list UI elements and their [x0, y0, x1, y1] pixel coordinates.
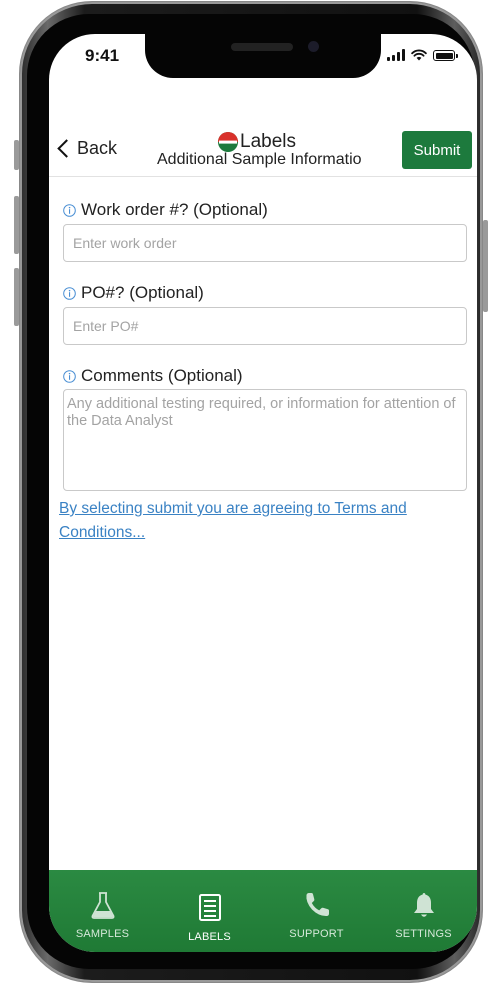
phone-side-button-power — [483, 220, 488, 312]
comments-textarea[interactable] — [63, 389, 467, 491]
phone-side-button-volume-up — [14, 196, 19, 254]
battery-icon — [433, 50, 458, 61]
bell-icon — [413, 893, 434, 917]
back-button[interactable]: Back — [56, 138, 117, 159]
info-icon[interactable] — [63, 203, 76, 217]
tab-settings[interactable]: SETTINGS — [370, 870, 477, 952]
tab-labels-label: LABELS — [188, 931, 231, 943]
tab-support[interactable]: SUPPORT — [263, 870, 370, 952]
tab-settings-label: SETTINGS — [395, 928, 452, 940]
back-button-label: Back — [77, 138, 118, 158]
labels-list-icon — [198, 894, 221, 921]
phone-icon — [305, 893, 329, 917]
notch-camera — [308, 41, 319, 52]
chevron-left-icon — [57, 139, 76, 158]
submit-button[interactable]: Submit — [402, 131, 472, 169]
comments-label: Comments (Optional) — [81, 366, 243, 385]
cellular-signal-icon — [387, 49, 405, 61]
status-time: 9:41 — [85, 46, 120, 65]
tab-samples-label: SAMPLES — [75, 928, 130, 940]
bottom-tab-bar: SAMPLES LABELS SUPPORT SETTINGS — [49, 870, 477, 952]
notch-speaker — [231, 43, 293, 51]
work-order-label: Work order #? (Optional) — [81, 200, 268, 219]
comments-label-row: Comments (Optional) — [63, 366, 243, 386]
phone-side-button-volume-down — [14, 268, 19, 326]
status-icons — [387, 49, 458, 61]
phone-side-button-mute — [14, 140, 19, 170]
po-input[interactable] — [63, 307, 467, 345]
labels-logo-icon — [218, 132, 238, 152]
page-title: Additional Sample Informatio — [157, 151, 362, 168]
info-icon[interactable] — [63, 369, 76, 383]
header-divider — [49, 176, 477, 177]
tab-support-label: SUPPORT — [289, 928, 344, 940]
app-screen: 9:41 Back Labels Additional Sample Infor… — [49, 34, 477, 952]
info-icon[interactable] — [63, 286, 76, 300]
phone-notch — [145, 34, 381, 78]
terms-link[interactable]: By selecting submit you are agreeing to … — [59, 497, 459, 545]
po-label-row: PO#? (Optional) — [63, 283, 204, 303]
app-logo: Labels — [217, 131, 296, 153]
wifi-icon — [411, 49, 427, 61]
work-order-input[interactable] — [63, 224, 467, 262]
flask-icon — [91, 892, 114, 919]
po-label: PO#? (Optional) — [81, 283, 204, 302]
work-order-label-row: Work order #? (Optional) — [63, 200, 268, 220]
logo-text: Labels — [240, 131, 296, 152]
nav-header: Back Labels Additional Sample Informatio… — [49, 124, 477, 174]
tab-labels[interactable]: LABELS — [156, 870, 263, 952]
tab-samples[interactable]: SAMPLES — [49, 870, 156, 952]
